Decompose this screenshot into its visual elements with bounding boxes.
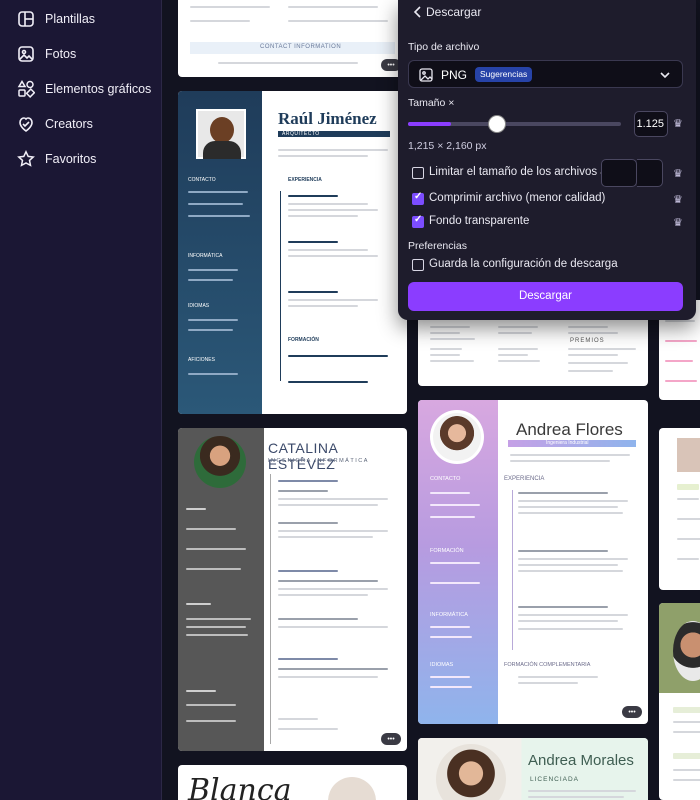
catalina-name: CATALINA ESTÉVEZ xyxy=(268,440,338,472)
flores-section-informatica: INFORMÁTICA xyxy=(430,612,468,618)
flores-name: Andrea Flores xyxy=(516,420,623,439)
morales-name: Andrea Morales xyxy=(528,752,634,769)
chevron-left-icon xyxy=(413,6,421,18)
sidebar-item-label: Creators xyxy=(45,117,93,131)
creators-heart-icon xyxy=(19,117,33,132)
raul-section-contacto: CONTACTO xyxy=(188,177,216,183)
size-input-value: 1.125 xyxy=(636,118,664,130)
photo-icon xyxy=(18,46,34,62)
kb-input[interactable]: KB xyxy=(601,159,659,187)
file-type-value: PNG xyxy=(441,68,468,82)
back-button[interactable] xyxy=(410,4,426,20)
limit-size-checkbox[interactable] xyxy=(412,167,424,179)
contact-heading: CONTACT INFORMATION xyxy=(260,44,342,50)
size-slider-knob[interactable] xyxy=(489,116,505,132)
flores-role: Ingeniera Industrial xyxy=(546,440,589,446)
template-card-right-2[interactable] xyxy=(659,428,700,590)
sidebar-item-label: Favoritos xyxy=(45,152,97,166)
premios-heading: PREMIOS xyxy=(570,338,605,344)
size-slider-fill xyxy=(408,122,451,126)
limit-size-label: Limitar el tamaño de los archivos a xyxy=(429,166,607,178)
template-card-andrea-morales[interactable]: Andrea Morales LICENCIADA xyxy=(418,738,648,800)
size-slider-track[interactable] xyxy=(408,116,621,132)
sidebar-item-label: Elementos gráficos xyxy=(45,82,152,96)
sidebar-item-label: Fotos xyxy=(45,47,77,61)
sidebar-item-fotos[interactable]: Fotos xyxy=(0,40,162,68)
template-card-blanca[interactable]: Blanca xyxy=(178,765,407,800)
flores-photo xyxy=(433,413,481,461)
card-menu-button[interactable]: ••• xyxy=(622,706,642,718)
file-type-select[interactable]: PNG Sugerencias xyxy=(408,60,683,88)
template-card-raul[interactable]: Raúl Jiménez ARQUITECTO CONTACTO INFORMÁ… xyxy=(178,91,407,414)
raul-section-idiomas: IDIOMAS xyxy=(188,303,210,309)
download-panel: Descargar Tipo de archivo PNG Sugerencia… xyxy=(398,0,696,320)
sidebar-item-creators[interactable]: Creators xyxy=(0,110,162,138)
template-card-right-3[interactable] xyxy=(659,603,700,800)
sidebar-item-favoritos[interactable]: Favoritos xyxy=(0,145,162,173)
card-menu-button[interactable]: ••• xyxy=(381,733,401,745)
contact-bar: CONTACT INFORMATION xyxy=(190,42,395,54)
flores-section-contacto: CONTACTO xyxy=(430,476,461,482)
raul-name: Raúl Jiménez xyxy=(278,109,377,128)
sidebar: Plantillas Fotos Elementos gráficos Crea… xyxy=(0,0,162,800)
catalina-role: INGENIERA INFORMÁTICA xyxy=(268,458,369,464)
template-card-catalina[interactable]: CATALINA ESTÉVEZ INGENIERA INFORMÁTICA •… xyxy=(178,428,407,751)
image-file-icon xyxy=(419,68,433,82)
blanca-name: Blanca xyxy=(188,773,292,800)
preferences-label: Preferencias xyxy=(408,240,467,252)
file-type-label: Tipo de archivo xyxy=(408,41,480,53)
raul-section-informatica: INFORMÁTICA xyxy=(188,253,223,259)
suggestions-badge: Sugerencias xyxy=(475,67,533,82)
sidebar-item-elementos[interactable]: Elementos gráficos xyxy=(0,75,162,103)
morales-role: LICENCIADA xyxy=(530,776,580,783)
sidebar-item-plantillas[interactable]: Plantillas xyxy=(0,5,162,33)
crown-icon: ♛ xyxy=(673,194,683,206)
crown-icon: ♛ xyxy=(673,118,683,130)
flores-section-experiencia: EXPERIENCIA xyxy=(504,476,545,482)
download-button[interactable]: Descargar xyxy=(408,282,683,311)
compress-checkbox[interactable] xyxy=(412,191,424,205)
templates-icon xyxy=(18,11,34,27)
size-input[interactable]: 1.125 xyxy=(634,111,668,137)
raul-role: ARQUITECTO xyxy=(282,131,320,137)
flores-section-idiomas: IDIOMAS xyxy=(430,662,454,668)
star-icon xyxy=(17,150,35,167)
raul-section-experiencia: EXPERIENCIA xyxy=(288,177,322,183)
panel-title: Descargar xyxy=(426,5,482,19)
save-settings-checkbox[interactable] xyxy=(412,259,424,271)
sidebar-item-label: Plantillas xyxy=(45,12,96,26)
save-settings-label: Guarda la configuración de descarga xyxy=(429,258,618,270)
raul-photo xyxy=(196,109,246,159)
app-window: Plantillas Fotos Elementos gráficos Crea… xyxy=(0,0,700,800)
elements-icon xyxy=(17,80,35,98)
crown-icon: ♛ xyxy=(673,168,683,180)
chevron-down-icon xyxy=(660,72,670,79)
raul-section-aficiones: AFICIONES xyxy=(188,357,215,363)
flores-section-formacion: FORMACIÓN xyxy=(430,548,464,554)
crown-icon: ♛ xyxy=(673,217,683,229)
dimensions-text: 1,215 × 2,160 px xyxy=(408,140,487,152)
template-card-andrea-flores[interactable]: Andrea Flores Ingeniera Industrial CONTA… xyxy=(418,400,648,724)
flores-section-formacion-complementaria: FORMACIÓN COMPLEMENTARIA xyxy=(504,662,591,668)
size-label: Tamaño × xyxy=(408,97,455,109)
raul-section-formacion: FORMACIÓN xyxy=(288,337,319,343)
transparent-bg-checkbox[interactable] xyxy=(412,214,424,228)
transparent-bg-label: Fondo transparente xyxy=(429,215,530,227)
compress-label: Comprimir archivo (menor calidad) xyxy=(429,192,606,204)
catalina-photo xyxy=(194,436,246,488)
template-card-top[interactable]: CONTACT INFORMATION ••• xyxy=(178,0,407,77)
